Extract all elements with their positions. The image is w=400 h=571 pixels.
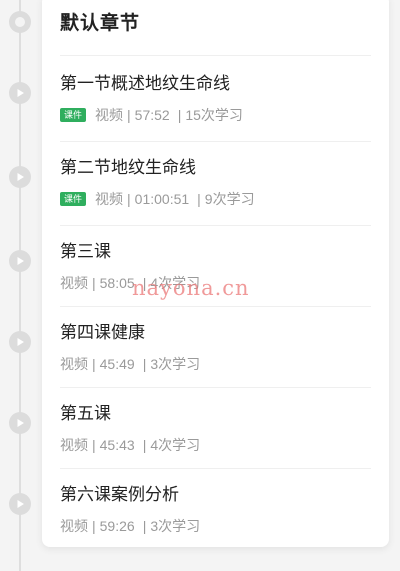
lesson-item[interactable]: 第六课案例分析 视频 | 59:26 | 3次学习: [60, 483, 371, 535]
lesson-meta: 视频 | 59:26 | 3次学习: [60, 517, 371, 535]
courseware-badge: 课件: [60, 192, 87, 206]
lesson-title: 第六课案例分析: [60, 485, 179, 504]
lesson-item[interactable]: 第二节地纹生命线 课件 视频 | 01:00:51 | 9次学习: [60, 156, 371, 208]
separator: |: [142, 356, 147, 372]
lesson-meta: 视频 | 45:49 | 3次学习: [60, 355, 371, 373]
lesson-learners: 9次学习: [204, 191, 255, 207]
lesson-learners: 3次学习: [150, 356, 201, 372]
lesson-type: 视频: [60, 437, 88, 453]
lesson-item[interactable]: 第一节概述地纹生命线 课件 视频 | 57:52 | 15次学习: [60, 72, 371, 124]
chapter-title: 默认章节: [60, 13, 141, 34]
lesson-title: 第三课: [60, 242, 111, 261]
play-circle-icon[interactable]: [9, 493, 31, 515]
divider: [60, 55, 371, 56]
separator: |: [92, 518, 96, 534]
separator: |: [92, 437, 96, 453]
lesson-title: 第四课健康: [60, 323, 145, 342]
separator: |: [127, 107, 131, 123]
lesson-duration: 59:26: [99, 518, 135, 534]
divider: [60, 225, 371, 226]
divider: [60, 306, 371, 307]
lesson-duration: 45:49: [99, 356, 135, 372]
lesson-title: 第一节概述地纹生命线: [60, 74, 230, 93]
play-circle-icon[interactable]: [9, 82, 31, 104]
lesson-duration: 01:00:51: [134, 191, 190, 207]
separator: |: [142, 518, 147, 534]
lesson-type: 视频: [60, 518, 88, 534]
lesson-type: 视频: [60, 275, 88, 291]
separator: |: [92, 356, 96, 372]
separator: |: [197, 191, 201, 207]
divider: [60, 387, 371, 388]
separator: |: [127, 191, 131, 207]
play-circle-icon[interactable]: [9, 331, 31, 353]
lesson-item[interactable]: 第四课健康 视频 | 45:49 | 3次学习: [60, 321, 371, 373]
lesson-learners: 15次学习: [185, 107, 243, 123]
separator: |: [92, 275, 96, 291]
watermark: nayona.cn: [132, 276, 250, 300]
lesson-meta: 课件 视频 | 01:00:51 | 9次学习: [60, 190, 371, 208]
separator: |: [142, 437, 147, 453]
separator: |: [177, 107, 182, 123]
play-circle-icon[interactable]: [9, 166, 31, 188]
play-circle-icon[interactable]: [9, 250, 31, 272]
course-catalog: 默认章节 第一节概述地纹生命线 课件 视频 | 57:52 | 15次学习 第二…: [0, 0, 400, 571]
lesson-learners: 3次学习: [150, 518, 201, 534]
lesson-item[interactable]: 第五课 视频 | 45:43 | 4次学习: [60, 402, 371, 454]
lesson-type: 视频: [95, 191, 124, 207]
lesson-learners: 4次学习: [150, 437, 201, 453]
courseware-badge: 课件: [60, 108, 87, 122]
lesson-type: 视频: [95, 107, 124, 123]
lesson-title: 第五课: [60, 404, 111, 423]
timeline-chapter-node: [9, 11, 31, 33]
lesson-type: 视频: [60, 356, 88, 372]
lesson-title: 第二节地纹生命线: [60, 158, 196, 177]
divider: [60, 468, 371, 469]
divider: [60, 141, 371, 142]
lesson-meta: 课件 视频 | 57:52 | 15次学习: [60, 106, 371, 124]
chapter-card: 默认章节 第一节概述地纹生命线 课件 视频 | 57:52 | 15次学习 第二…: [42, 0, 389, 547]
lesson-meta: 视频 | 45:43 | 4次学习: [60, 436, 371, 454]
lesson-duration: 57:52: [134, 107, 170, 123]
lesson-duration: 45:43: [99, 437, 135, 453]
lesson-duration: 58:05: [99, 275, 135, 291]
play-circle-icon[interactable]: [9, 412, 31, 434]
